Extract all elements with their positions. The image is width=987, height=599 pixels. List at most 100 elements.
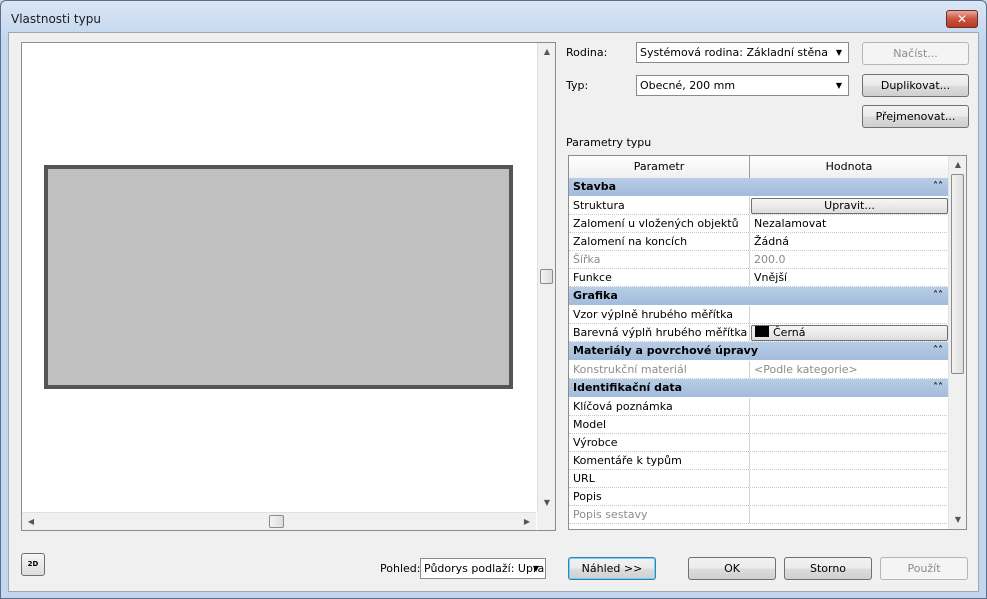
parameter-value-cell[interactable]: 200.0 bbox=[750, 251, 949, 268]
parameter-value-cell[interactable]: <Podle kategorie> bbox=[750, 361, 949, 378]
parameter-name-cell: Barevná výplň hrubého měřítka bbox=[569, 324, 750, 341]
view-combo[interactable]: Půdorys podlaží: Upra ▼ bbox=[420, 558, 546, 579]
parameter-row[interactable]: Šířka 200.0 bbox=[569, 251, 949, 269]
parameter-value-cell[interactable]: Upravit... bbox=[750, 197, 949, 214]
parameter-row[interactable]: Model bbox=[569, 416, 949, 434]
parameter-name-cell: Komentáře k typům bbox=[569, 452, 750, 469]
parameter-row[interactable]: Komentáře k typům bbox=[569, 452, 949, 470]
cancel-button[interactable]: Storno bbox=[784, 557, 872, 580]
scroll-left-icon[interactable]: ◀ bbox=[23, 514, 39, 530]
wall-section-preview bbox=[44, 165, 513, 389]
parameter-value-cell[interactable] bbox=[750, 398, 949, 415]
color-picker-button[interactable]: Černá bbox=[751, 325, 948, 341]
dialog-body: ▲ ▼ ◀ ▶ Rodina: Systémová rodina: Základ… bbox=[8, 32, 979, 592]
parameter-name-cell: URL bbox=[569, 470, 750, 487]
parameter-group-header[interactable]: Identifikační data ˄˄ bbox=[569, 379, 949, 398]
collapse-chevron-icon[interactable]: ˄˄ bbox=[933, 379, 943, 397]
preview-vertical-scrollbar[interactable]: ▲ ▼ bbox=[537, 43, 555, 512]
preview-canvas[interactable] bbox=[22, 43, 536, 512]
scroll-down-icon[interactable]: ▼ bbox=[950, 512, 966, 528]
scroll-right-icon[interactable]: ▶ bbox=[519, 514, 535, 530]
vertical-scroll-thumb[interactable] bbox=[540, 269, 553, 284]
parameter-row[interactable]: Funkce Vnější bbox=[569, 269, 949, 287]
scroll-down-icon[interactable]: ▼ bbox=[539, 495, 555, 511]
parameter-value-cell[interactable] bbox=[750, 306, 949, 323]
parameter-row[interactable]: Výrobce bbox=[569, 434, 949, 452]
parameter-value-cell[interactable] bbox=[750, 416, 949, 433]
scroll-up-icon[interactable]: ▲ bbox=[539, 44, 555, 60]
scroll-up-icon[interactable]: ▲ bbox=[950, 157, 966, 173]
parameter-row[interactable]: Struktura Upravit... bbox=[569, 197, 949, 215]
parameter-name-cell: Šířka bbox=[569, 251, 750, 268]
close-button[interactable]: ✕ bbox=[946, 10, 978, 28]
parameters-scrollbar[interactable]: ▲ ▼ bbox=[948, 156, 966, 529]
family-combo[interactable]: Systémová rodina: Základní stěna ▼ bbox=[636, 42, 849, 63]
rename-button[interactable]: Přejmenovat... bbox=[862, 105, 969, 128]
type-parameters-label: Parametry typu bbox=[566, 136, 652, 149]
parameter-row[interactable]: Zalomení na koncích Žádná bbox=[569, 233, 949, 251]
preview-button[interactable]: Náhled >> bbox=[568, 557, 656, 580]
preview-pane[interactable]: ▲ ▼ ◀ ▶ bbox=[21, 42, 556, 531]
column-header-value[interactable]: Hodnota bbox=[750, 156, 949, 178]
parameter-value-cell[interactable]: Žádná bbox=[750, 233, 949, 250]
parameter-row[interactable]: Konstrukční materiál <Podle kategorie> bbox=[569, 361, 949, 379]
apply-button[interactable]: Použít bbox=[880, 557, 968, 580]
title-bar[interactable]: Vlastnosti typu ✕ bbox=[1, 1, 986, 33]
parameter-value-cell[interactable]: Černá bbox=[750, 324, 949, 341]
duplicate-button[interactable]: Duplikovat... bbox=[862, 74, 969, 97]
parameter-group-header[interactable]: Grafika ˄˄ bbox=[569, 287, 949, 306]
parameter-group-name: Identifikační data bbox=[573, 381, 683, 394]
parameter-value-cell[interactable] bbox=[750, 488, 949, 505]
family-label: Rodina: bbox=[566, 46, 608, 59]
ok-button[interactable]: OK bbox=[688, 557, 776, 580]
scrollbar-corner bbox=[537, 512, 555, 530]
load-button[interactable]: Načíst... bbox=[862, 42, 969, 65]
window-title: Vlastnosti typu bbox=[11, 12, 101, 26]
parameter-name-cell: Zalomení na koncích bbox=[569, 233, 750, 250]
chevron-down-icon: ▼ bbox=[835, 48, 843, 57]
close-icon: ✕ bbox=[956, 12, 968, 26]
parameter-row[interactable]: Klíčová poznámka bbox=[569, 398, 949, 416]
parameter-row[interactable]: Popis bbox=[569, 488, 949, 506]
parameter-group-header[interactable]: Materiály a povrchové úpravy ˄˄ bbox=[569, 342, 949, 361]
type-combo[interactable]: Obecné, 200 mm ▼ bbox=[636, 75, 849, 96]
parameter-name-cell: Funkce bbox=[569, 269, 750, 286]
parameter-group-name: Grafika bbox=[573, 289, 618, 302]
edit-structure-button[interactable]: Upravit... bbox=[751, 198, 948, 214]
collapse-chevron-icon[interactable]: ˄˄ bbox=[933, 178, 943, 196]
parameter-value-cell[interactable] bbox=[750, 452, 949, 469]
parameter-name-cell: Popis sestavy bbox=[569, 506, 750, 523]
parameter-name-cell: Zalomení u vložených objektů bbox=[569, 215, 750, 232]
parameter-row[interactable]: Zalomení u vložených objektů Nezalamovat bbox=[569, 215, 949, 233]
parameter-row[interactable]: URL bbox=[569, 470, 949, 488]
view-2d-button[interactable]: 2D bbox=[21, 553, 45, 576]
parameter-group-header[interactable]: Stavba ˄˄ bbox=[569, 178, 949, 197]
horizontal-scroll-thumb[interactable] bbox=[269, 515, 284, 528]
type-properties-dialog: Vlastnosti typu ✕ ▲ ▼ ◀ ▶ Rodina: Systém… bbox=[0, 0, 987, 599]
parameter-row[interactable]: Vzor výplně hrubého měřítka bbox=[569, 306, 949, 324]
parameter-value-cell[interactable] bbox=[750, 470, 949, 487]
view-label: Pohled: bbox=[380, 562, 421, 575]
collapse-chevron-icon[interactable]: ˄˄ bbox=[933, 287, 943, 305]
parameters-table: Parametr Hodnota Stavba ˄˄ Struktura Upravi… bbox=[569, 156, 949, 524]
parameter-name-cell: Klíčová poznámka bbox=[569, 398, 750, 415]
family-combo-value: Systémová rodina: Základní stěna bbox=[640, 46, 828, 59]
parameter-value-cell[interactable] bbox=[750, 434, 949, 451]
parameter-value-cell[interactable]: Nezalamovat bbox=[750, 215, 949, 232]
view-2d-icon: 2D bbox=[27, 560, 39, 568]
parameter-value-cell[interactable] bbox=[750, 506, 949, 523]
parameter-row[interactable]: Popis sestavy bbox=[569, 506, 949, 524]
type-parameters-grid[interactable]: Parametr Hodnota Stavba ˄˄ Struktura Upravi… bbox=[568, 155, 967, 530]
preview-horizontal-scrollbar[interactable]: ◀ ▶ bbox=[22, 512, 536, 530]
chevron-down-icon: ▼ bbox=[532, 564, 540, 573]
parameter-row[interactable]: Barevná výplň hrubého měřítka Černá bbox=[569, 324, 949, 342]
parameter-name-cell: Struktura bbox=[569, 197, 750, 214]
parameter-name-cell: Vzor výplně hrubého měřítka bbox=[569, 306, 750, 323]
collapse-chevron-icon[interactable]: ˄˄ bbox=[933, 342, 943, 360]
parameter-value-cell[interactable]: Vnější bbox=[750, 269, 949, 286]
parameters-scroll-thumb[interactable] bbox=[951, 174, 964, 374]
parameter-group-name: Materiály a povrchové úpravy bbox=[573, 344, 759, 357]
column-header-parameter[interactable]: Parametr bbox=[569, 156, 750, 178]
chevron-down-icon: ▼ bbox=[835, 81, 843, 90]
parameter-name-cell: Výrobce bbox=[569, 434, 750, 451]
